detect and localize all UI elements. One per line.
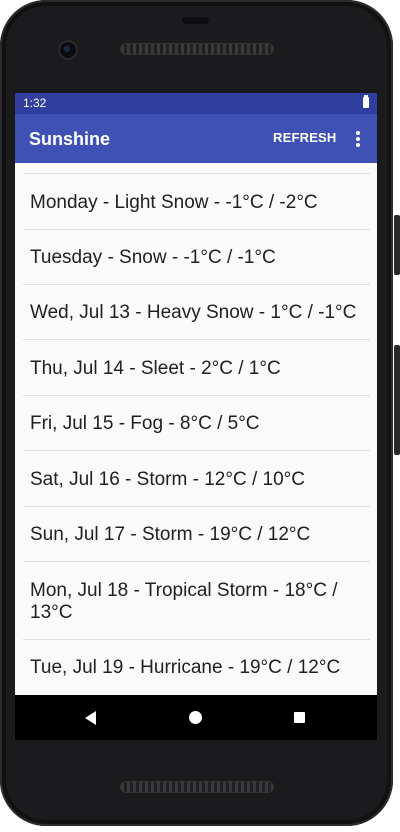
status-time: 1:32 (23, 96, 47, 110)
nav-back-icon[interactable] (85, 711, 96, 725)
status-bar: 1:32 (15, 93, 377, 114)
top-speaker (120, 43, 274, 55)
app-screen: 1:32 Sunshine REFRESH Monday - Light Sno… (15, 93, 377, 695)
list-item-text: Sun, Jul 17 - Storm - 19°C / 12°C (30, 524, 311, 545)
list-item[interactable]: Fri, Jul 15 - Fog - 8°C / 5°C (15, 395, 377, 450)
list-item-text: Tue, Jul 19 - Hurricane - 19°C / 12°C (30, 657, 341, 678)
list-item[interactable]: Sun, Jul 17 - Storm - 19°C / 12°C (15, 506, 377, 561)
app-title: Sunshine (29, 129, 111, 149)
front-camera-icon (58, 40, 78, 60)
list-item[interactable]: Mon, Jul 18 - Tropical Storm - 18°C / 13… (15, 562, 377, 639)
list-item[interactable]: Tue, Jul 19 - Hurricane - 19°C / 12°C (15, 639, 377, 695)
power-button (394, 215, 400, 275)
app-bar: Sunshine REFRESH (15, 114, 377, 163)
volume-button (394, 345, 400, 455)
nav-home-icon[interactable] (189, 711, 202, 724)
navigation-bar (15, 695, 377, 740)
overflow-menu-icon[interactable] (351, 129, 365, 149)
list-item-text: Monday - Light Snow - -1°C / -2°C (30, 192, 318, 213)
list-item[interactable]: Wed, Jul 13 - Heavy Snow - 1°C / -1°C (15, 284, 377, 339)
list-item[interactable]: Monday - Light Snow - -1°C / -2°C (15, 174, 377, 229)
list-item-text: Tuesday - Snow - -1°C / -1°C (30, 247, 276, 268)
list-item[interactable]: Sat, Jul 16 - Storm - 12°C / 10°C (15, 451, 377, 506)
bottom-speaker (120, 781, 274, 793)
battery-icon (363, 95, 369, 108)
list-item[interactable]: Tuesday - Snow - -1°C / -1°C (15, 229, 377, 284)
list-item-text: Sat, Jul 16 - Storm - 12°C / 10°C (30, 469, 305, 490)
list-item[interactable]: Thu, Jul 14 - Sleet - 2°C / 1°C (15, 340, 377, 395)
list-item-text: Mon, Jul 18 - Tropical Storm - 18°C / 13… (30, 580, 338, 623)
list-item-text: Fri, Jul 15 - Fog - 8°C / 5°C (30, 413, 260, 434)
list-item-text: Thu, Jul 14 - Sleet - 2°C / 1°C (30, 358, 281, 379)
list-item-text: Wed, Jul 13 - Heavy Snow - 1°C / -1°C (30, 302, 357, 323)
refresh-button[interactable]: REFRESH (273, 130, 337, 145)
nav-recents-icon[interactable] (294, 712, 305, 723)
forecast-list[interactable]: Monday - Light Snow - -1°C / -2°C Tuesda… (15, 163, 377, 695)
top-slit (182, 17, 209, 24)
